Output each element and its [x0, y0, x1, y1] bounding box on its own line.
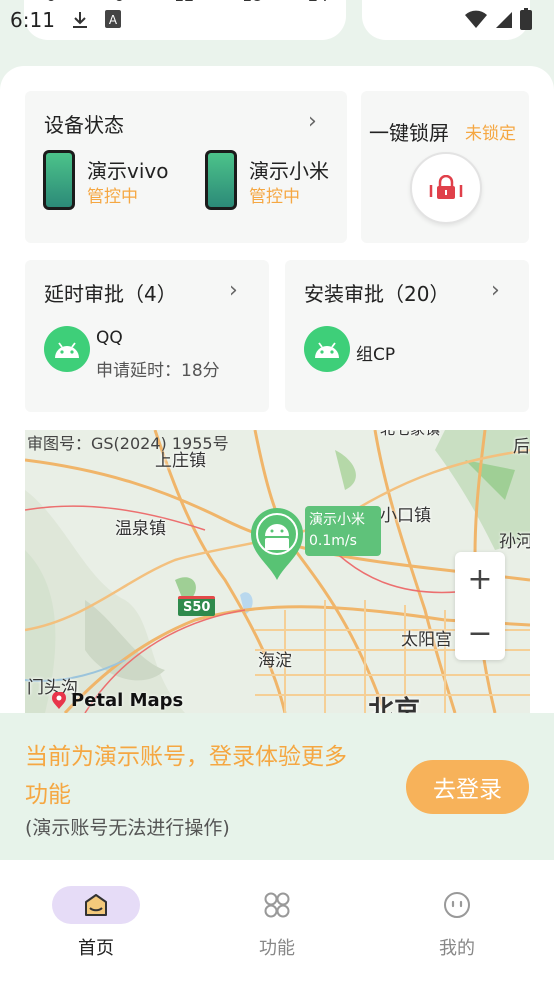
map-place-label: 温泉镇 — [115, 519, 166, 539]
lock-button[interactable] — [410, 152, 482, 224]
download-icon — [73, 12, 87, 28]
tab-features[interactable]: 功能 — [185, 860, 369, 984]
device-status-card[interactable]: 设备状态 › 演示vivo 管控中 演示小米 管控中 — [25, 91, 347, 243]
status-bar: 0 6 12 18 24 6:11 A — [0, 0, 554, 40]
zoom-controls: + − — [455, 552, 505, 660]
lock-screen-title: 一键锁屏 — [369, 121, 449, 145]
device-control-status: 管控中 — [249, 187, 300, 207]
delay-request-detail: 申请延时：18分 — [96, 361, 220, 381]
map-place-label: 海淀 — [258, 651, 292, 671]
location-map[interactable]: 审图号：GS(2024) 1955号 北七家镇 后 上庄镇 温泉镇 小口镇 孙河… — [25, 430, 530, 713]
grid-icon — [264, 892, 290, 918]
delay-approval-title: 延时审批（4） — [44, 282, 177, 306]
banner-note: (演示账号无法进行操作) — [25, 817, 230, 839]
axis-tick: 18 — [242, 0, 262, 5]
map-place-label: 孙河 — [499, 532, 530, 552]
map-location-pin-icon[interactable] — [249, 506, 305, 582]
svg-text:A: A — [109, 13, 118, 27]
marker-device-name: 演示小米 — [309, 512, 365, 528]
lock-state: 未锁定 — [465, 124, 516, 144]
phone-icon — [205, 150, 237, 210]
zoom-out-button[interactable]: − — [455, 606, 505, 660]
device-name-clip: 演示小米 — [249, 155, 329, 185]
install-approval-title: 安装审批（20） — [304, 282, 450, 306]
tab-mine-label: 我的 — [439, 938, 475, 959]
highway-shield: S50 — [178, 596, 216, 616]
device-marker-label: 演示小米 0.1m/s — [305, 506, 381, 556]
map-place-label: 后 — [513, 437, 530, 457]
lock-icon — [429, 175, 463, 199]
map-place-label: 小口镇 — [380, 506, 431, 526]
demo-account-banner: 当前为演示账号，登录体验更多 功能 (演示账号无法进行操作) 去登录 — [0, 713, 554, 860]
tab-features-label: 功能 — [259, 938, 295, 959]
map-place-label: 太阳宫 — [401, 630, 452, 650]
axis-tick: 6 — [114, 0, 124, 5]
status-icons — [464, 8, 532, 30]
axis-tick: 24 — [308, 0, 328, 5]
map-place-label: 上庄镇 — [155, 451, 206, 471]
device-name: 演示小米 — [249, 159, 329, 183]
device-name: 演示vivo — [87, 159, 169, 183]
app-name: 组CP — [356, 345, 396, 365]
cell-signal-icon — [496, 12, 512, 28]
font-a-icon: A — [105, 10, 121, 28]
phone-icon — [43, 150, 75, 210]
chevron-right-icon: › — [308, 109, 317, 134]
home-icon — [85, 894, 107, 916]
login-button[interactable]: 去登录 — [406, 760, 529, 814]
install-approval-card[interactable]: 安装审批（20） › 组CP — [285, 260, 529, 412]
chevron-right-icon: › — [491, 278, 500, 303]
zoom-in-button[interactable]: + — [455, 552, 505, 606]
tab-mine-icon-wrap — [413, 886, 501, 924]
tab-mine[interactable]: 我的 — [365, 860, 549, 984]
tab-home-label: 首页 — [78, 938, 114, 959]
device-status-title: 设备状态 — [44, 113, 124, 137]
petal-maps-text: Petal Maps — [71, 690, 184, 711]
tab-home[interactable]: 首页 — [4, 860, 188, 984]
chevron-right-icon: › — [229, 278, 238, 303]
map-city-label: 北京 — [368, 696, 421, 713]
profile-face-icon — [444, 892, 470, 918]
android-app-icon — [44, 326, 90, 372]
map-attribution: Petal Maps — [51, 690, 183, 711]
bottom-tab-bar: 首页 功能 我的 — [0, 860, 554, 984]
petal-maps-logo-icon — [52, 691, 66, 709]
device-control-status: 管控中 — [87, 187, 138, 207]
app-name: QQ — [96, 328, 123, 348]
banner-text-line1: 当前为演示账号，登录体验更多 — [25, 744, 347, 770]
tab-home-highlight — [52, 886, 140, 924]
delay-approval-card[interactable]: 延时审批（4） › QQ 申请延时：18分 — [25, 260, 269, 412]
axis-tick: 0 — [46, 0, 56, 5]
android-app-icon — [304, 326, 350, 372]
marker-device-speed: 0.1m/s — [309, 533, 357, 549]
axis-tick: 12 — [174, 0, 194, 5]
map-place-label: 北七家镇 — [380, 430, 440, 439]
lock-screen-card: 一键锁屏 未锁定 — [361, 91, 529, 243]
status-time: 6:11 — [10, 8, 55, 32]
battery-icon — [520, 8, 532, 30]
wifi-icon — [465, 10, 487, 28]
banner-text-line2: 功能 — [25, 782, 71, 808]
tab-features-icon-wrap — [233, 886, 321, 924]
